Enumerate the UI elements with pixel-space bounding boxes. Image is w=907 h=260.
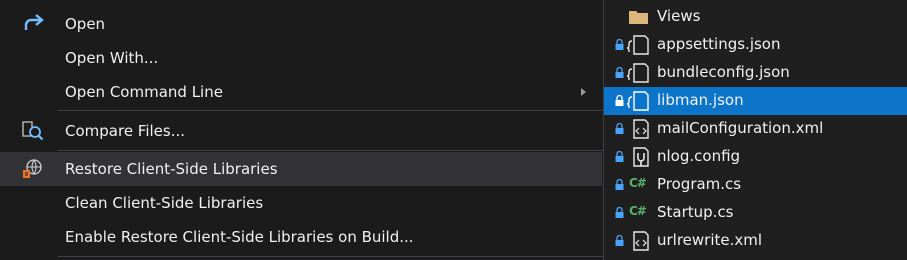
compare-files-icon (22, 121, 44, 141)
folder-icon (629, 11, 648, 24)
tree-item-views[interactable]: Views (604, 3, 907, 31)
lock-icon (615, 235, 624, 246)
json-file-icon (626, 35, 649, 55)
lock-icon (615, 67, 624, 78)
menu-item-open[interactable]: Open (0, 7, 602, 41)
lock-icon (615, 151, 624, 162)
tree-item-appsettings[interactable]: appsettings.json (604, 31, 907, 59)
menu-item-label: Open With... (65, 49, 159, 67)
menu-separator (58, 150, 603, 151)
menu-item-clean-client-side-libraries[interactable]: Clean Client-Side Libraries (0, 186, 602, 220)
lock-icon (615, 39, 624, 50)
lock-icon (615, 123, 624, 134)
menu-item-label: Open Command Line (65, 83, 223, 101)
menu-separator (58, 110, 603, 111)
tree-item-label: libman.json (657, 91, 744, 109)
menu-item-open-command-line[interactable]: Open Command Line (0, 75, 602, 109)
menu-item-label: Compare Files... (65, 122, 186, 140)
menu-item-compare-files[interactable]: Compare Files... (0, 114, 602, 148)
tree-item-label: appsettings.json (657, 35, 781, 53)
lock-icon (615, 179, 624, 190)
tree-item-startup[interactable]: C# Startup.cs (604, 199, 907, 227)
tree-item-label: Program.cs (657, 175, 742, 193)
context-menu: Open Open With... Open Command Line Comp… (0, 0, 604, 260)
xml-file-icon (633, 119, 649, 139)
menu-item-restore-client-side-libraries[interactable]: Restore Client-Side Libraries (0, 152, 602, 186)
menu-item-label: Open (65, 15, 106, 33)
tree-item-nlog[interactable]: nlog.config (604, 143, 907, 171)
solution-explorer: Views appsettings.json bundleconfig.json… (604, 0, 907, 260)
csharp-file-icon: C# (629, 176, 647, 190)
json-file-icon (626, 63, 649, 83)
config-file-icon (633, 147, 649, 167)
menu-item-label: Restore Client-Side Libraries (65, 160, 278, 178)
tree-item-bundleconfig[interactable]: bundleconfig.json (604, 59, 907, 87)
tree-item-label: mailConfiguration.xml (657, 119, 824, 137)
tree-item-label: urlrewrite.xml (657, 231, 763, 249)
tree-item-label: Startup.cs (657, 203, 734, 221)
menu-item-label: Enable Restore Client-Side Libraries on … (65, 228, 414, 246)
tree-item-label: nlog.config (657, 147, 741, 165)
tree-item-label: bundleconfig.json (657, 63, 790, 81)
csharp-file-icon: C# (629, 204, 647, 218)
tree-item-program[interactable]: C# Program.cs (604, 171, 907, 199)
menu-item-enable-restore-on-build[interactable]: Enable Restore Client-Side Libraries on … (0, 220, 602, 254)
menu-separator (58, 256, 603, 257)
tree-item-libman-selected[interactable]: libman.json (604, 87, 907, 115)
restore-libraries-icon (23, 159, 42, 178)
lock-icon (615, 95, 624, 106)
menu-item-open-with[interactable]: Open With... (0, 41, 602, 75)
menu-item-label: Clean Client-Side Libraries (65, 194, 264, 212)
lock-icon (615, 207, 624, 218)
submenu-arrow-icon (581, 88, 586, 96)
xml-file-icon (633, 231, 649, 251)
tree-item-label: Views (657, 7, 701, 25)
tree-item-mailconfiguration[interactable]: mailConfiguration.xml (604, 115, 907, 143)
json-file-icon (626, 91, 649, 111)
tree-item-urlrewrite[interactable]: urlrewrite.xml (604, 227, 907, 255)
redo-arrow-icon (24, 14, 44, 30)
